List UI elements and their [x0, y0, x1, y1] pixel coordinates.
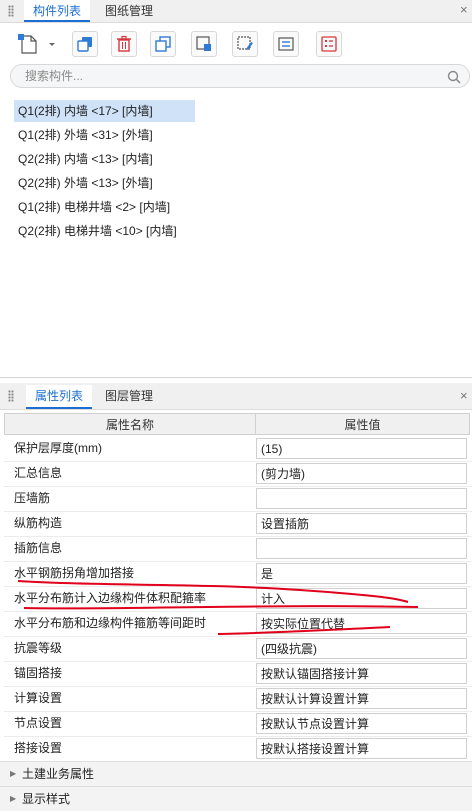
property-value[interactable]: 按默认计算设置计算: [256, 688, 467, 709]
property-value[interactable]: 按默认搭接设置计算: [256, 738, 467, 759]
tab-drawing-management[interactable]: 图纸管理: [96, 0, 162, 22]
trash-icon: [117, 35, 131, 52]
checklist-icon: [321, 36, 337, 52]
row-separator: [4, 661, 472, 662]
layers-copy-icon: [155, 36, 171, 52]
tab-layer-management[interactable]: 图层管理: [96, 385, 162, 407]
document-icon: [278, 37, 294, 51]
property-name: 节点设置: [14, 716, 63, 730]
section-label: 土建业务属性: [22, 767, 95, 781]
drag-grip-icon[interactable]: [8, 390, 14, 402]
component-list-item[interactable]: Q2(2排) 内墙 <13> [内墙]: [14, 148, 157, 170]
copy-icon: [77, 37, 92, 52]
section-civil-attributes[interactable]: ▶ 土建业务属性: [0, 761, 472, 786]
section-display-style[interactable]: ▶ 显示样式: [0, 786, 472, 811]
component-list-item[interactable]: Q1(2排) 电梯井墙 <2> [内墙]: [14, 196, 174, 218]
property-value[interactable]: 按默认锚固搭接计算: [256, 663, 467, 684]
new-file-icon: [18, 34, 55, 54]
property-value[interactable]: 是: [256, 563, 467, 584]
close-icon[interactable]: ×: [460, 2, 468, 17]
panel-divider: [0, 377, 472, 378]
row-separator: [4, 536, 472, 537]
column-header-name: 属性名称: [4, 413, 256, 435]
property-value[interactable]: [256, 538, 467, 559]
expand-arrow-icon: ▶: [10, 769, 17, 778]
column-header-value: 属性值: [255, 413, 470, 435]
property-value[interactable]: 按默认节点设置计算: [256, 713, 467, 734]
property-value[interactable]: (剪力墙): [256, 463, 467, 484]
new-component-button[interactable]: [14, 31, 56, 57]
component-list-item[interactable]: Q2(2排) 电梯井墙 <10> [内墙]: [14, 220, 181, 242]
row-separator: [4, 486, 472, 487]
row-separator: [4, 461, 472, 462]
search-input[interactable]: [23, 68, 447, 84]
search-box[interactable]: [10, 64, 470, 88]
property-name: 水平分布筋和边缘构件箍筋等间距时: [14, 616, 207, 630]
property-name: 水平分布筋计入边缘构件体积配箍率: [14, 591, 207, 605]
tab-component-list[interactable]: 构件列表: [24, 0, 91, 22]
attribute-brush-button[interactable]: [232, 31, 258, 57]
property-value[interactable]: 计入: [256, 588, 467, 609]
search-icon[interactable]: [447, 70, 461, 84]
property-name: 纵筋构造: [14, 516, 63, 530]
close-icon[interactable]: ×: [460, 388, 468, 403]
row-separator: [4, 511, 472, 512]
property-value[interactable]: 设置插筋: [256, 513, 467, 534]
dropdown-arrow-icon: [49, 43, 55, 46]
tab-property-list[interactable]: 属性列表: [26, 385, 93, 409]
drag-grip-icon[interactable]: [8, 5, 14, 17]
section-label: 显示样式: [22, 792, 71, 806]
component-list-button[interactable]: [316, 31, 342, 57]
property-value[interactable]: (四级抗震): [256, 638, 467, 659]
property-name: 水平钢筋拐角增加搭接: [14, 566, 135, 580]
property-name: 计算设置: [14, 691, 63, 705]
row-separator: [4, 711, 472, 712]
property-name: 汇总信息: [14, 466, 63, 480]
expand-arrow-icon: ▶: [10, 794, 17, 803]
property-name: 锚固搭接: [14, 666, 63, 680]
property-name: 插筋信息: [14, 541, 63, 555]
property-value[interactable]: (15): [256, 438, 467, 459]
component-list-item[interactable]: Q1(2排) 内墙 <17> [内墙]: [14, 100, 195, 122]
component-list-item[interactable]: Q1(2排) 外墙 <31> [外墙]: [14, 124, 157, 146]
row-separator: [4, 636, 472, 637]
property-value[interactable]: 按实际位置代替: [256, 613, 467, 634]
row-separator: [4, 686, 472, 687]
floor-select-button[interactable]: [191, 31, 217, 57]
component-info-button[interactable]: [273, 31, 299, 57]
property-name: 抗震等级: [14, 641, 63, 655]
brush-icon: [237, 36, 253, 50]
component-list-item[interactable]: Q2(2排) 外墙 <13> [外墙]: [14, 172, 157, 194]
copy-button[interactable]: [72, 31, 98, 57]
property-name: 压墙筋: [14, 491, 51, 505]
property-value[interactable]: [256, 488, 467, 509]
property-name: 搭接设置: [14, 741, 63, 755]
floor-select-icon: [196, 36, 211, 51]
property-name: 保护层厚度(mm): [14, 441, 102, 455]
delete-button[interactable]: [111, 31, 137, 57]
duplicate-to-floor-button[interactable]: [150, 31, 176, 57]
row-separator: [4, 736, 472, 737]
